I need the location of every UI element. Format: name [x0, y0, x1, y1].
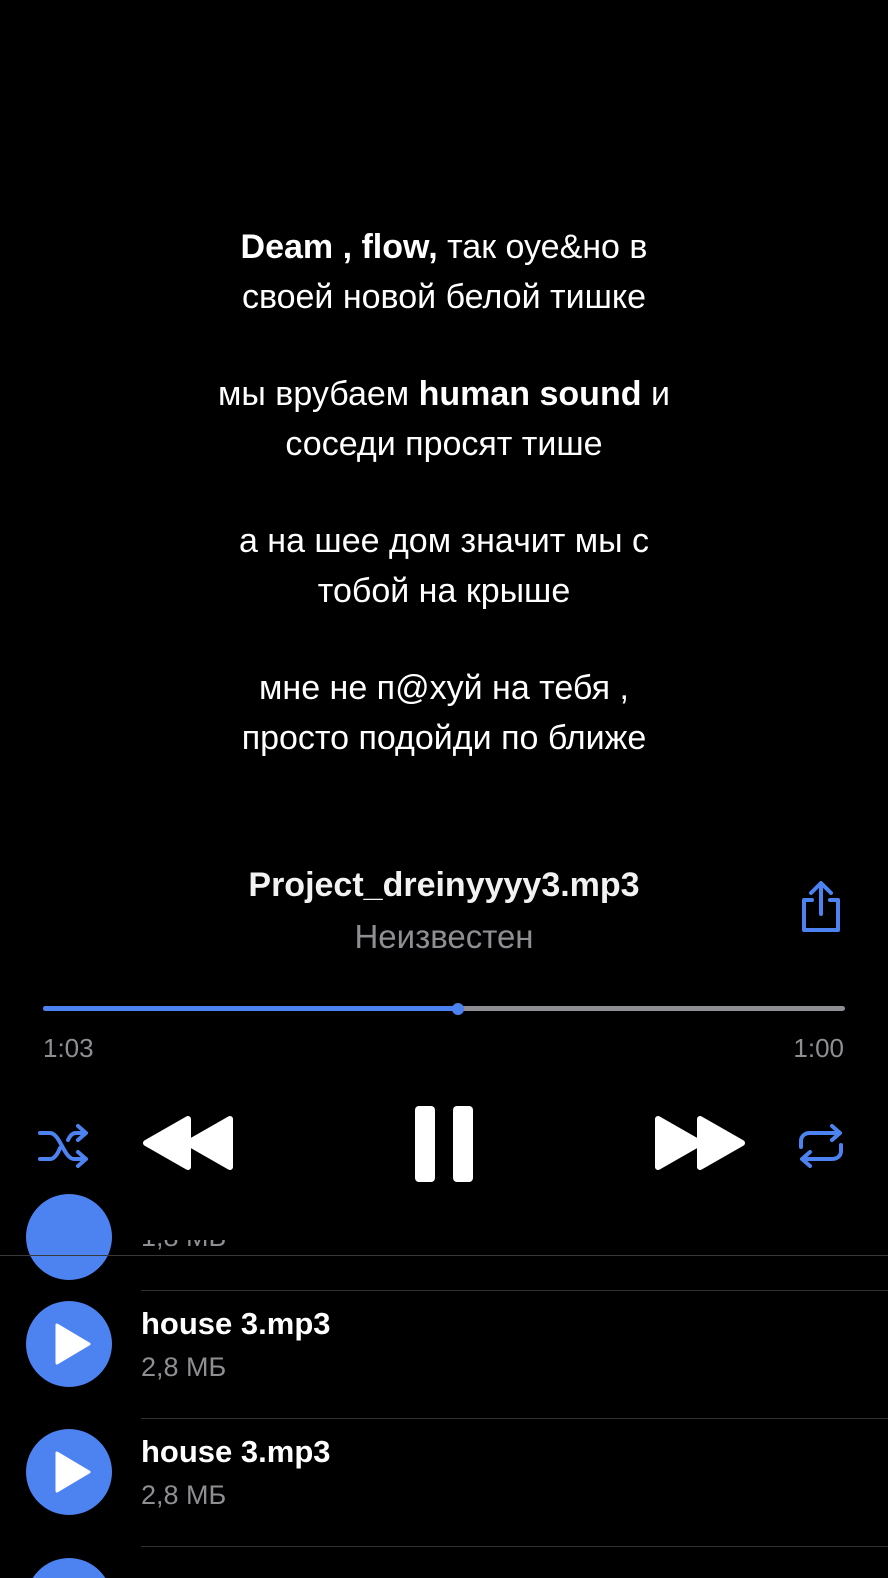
play-button[interactable] [26, 1301, 112, 1387]
lyrics-line: тобой на крыше [317, 572, 571, 610]
lyrics-text: так оуе&но в [437, 228, 648, 266]
file-size: 2,8 МБ [141, 1352, 227, 1382]
play-icon [55, 1323, 91, 1365]
repeat-button[interactable] [795, 1121, 847, 1171]
file-name: house 3.mp3 [141, 1306, 331, 1341]
list-top-divider [0, 1255, 888, 1256]
lyrics-line: а на шее дом значит мы с [238, 522, 650, 560]
lyrics-line: мне не п@хуй на тебя , [259, 669, 629, 707]
shuffle-button[interactable] [38, 1123, 90, 1169]
fast-forward-button[interactable] [650, 1114, 748, 1172]
list-divider [141, 1546, 888, 1547]
play-button[interactable] [26, 1558, 112, 1578]
rewind-icon [143, 1116, 233, 1170]
track-artist: Неизвестен [354, 918, 534, 955]
shuffle-icon [38, 1124, 88, 1168]
pause-button[interactable] [413, 1104, 475, 1184]
lyrics-overlay: Deam , flow, так оуе&но в своей новой бе… [0, 222, 888, 810]
lyrics-line: своей новой белой тишке [241, 278, 647, 316]
file-size: 2,8 МБ [141, 1480, 227, 1510]
share-icon [802, 881, 840, 932]
lyrics-bold-text: Deam , flow, [240, 228, 438, 266]
rewind-button[interactable] [140, 1114, 238, 1172]
file-list: 1,8 МБ house 3.mp3 2,8 МБ house 3.mp3 2,… [0, 1194, 888, 1578]
remaining-time: 1:00 [793, 1033, 844, 1063]
list-item[interactable]: house 3.mp3 2,8 МБ [0, 1418, 888, 1546]
file-name: house 3.mp3 [141, 1434, 331, 1469]
elapsed-time: 1:03 [43, 1033, 94, 1063]
repeat-icon [799, 1124, 843, 1168]
play-button[interactable] [26, 1429, 112, 1515]
lyrics-stanza: мне не п@хуй на тебя , просто подойди по… [0, 663, 888, 763]
track-title: Project_dreinyyyy3.mp3 [248, 866, 640, 904]
lyrics-bold-text: human sound [418, 375, 642, 413]
progress-knob[interactable] [452, 1002, 465, 1015]
progress-fill [43, 1006, 459, 1011]
lyrics-stanza: мы врубаем human sound и соседи просят т… [0, 369, 888, 469]
play-icon [55, 1451, 91, 1493]
lyrics-text: мы врубаем [218, 375, 419, 413]
play-button[interactable] [26, 1194, 112, 1280]
pause-icon [415, 1106, 473, 1182]
progress-slider[interactable] [43, 1002, 845, 1015]
share-button[interactable] [798, 880, 844, 934]
music-player-screen: Deam , flow, так оуе&но в своей новой бе… [0, 0, 888, 1578]
lyrics-stanza: Deam , flow, так оуе&но в своей новой бе… [0, 222, 888, 322]
lyrics-stanza: а на шее дом значит мы с тобой на крыше [0, 516, 888, 616]
lyrics-text: и [641, 375, 670, 413]
lyrics-line: Deam , flow, так оуе&но в [0, 222, 888, 272]
lyrics-line: мы врубаем human sound и [0, 369, 888, 419]
lyrics-line: просто подойди по ближе [241, 719, 647, 757]
file-size-partial: 1,8 МБ [141, 1240, 226, 1256]
file-size: 1,8 МБ [141, 1240, 226, 1252]
lyrics-line: соседи просят тише [285, 425, 603, 463]
fast-forward-icon [655, 1116, 745, 1170]
list-item[interactable]: house 3.mp3 2,8 МБ [0, 1290, 888, 1418]
